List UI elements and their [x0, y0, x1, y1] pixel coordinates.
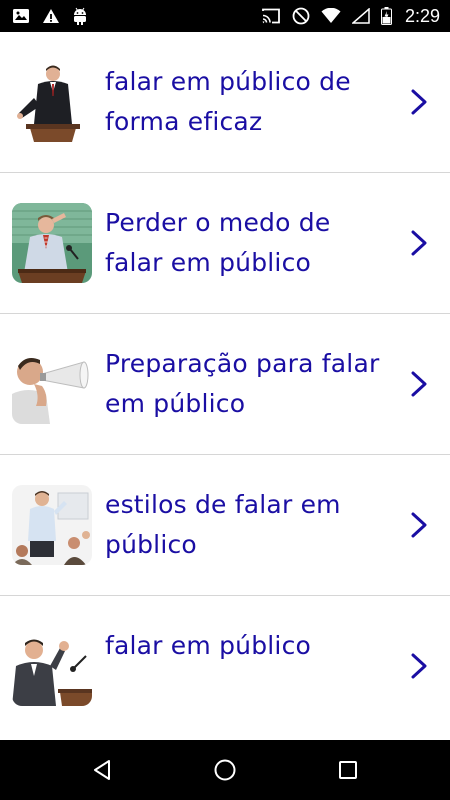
list-item[interactable]: falar em público de forma eficaz	[0, 32, 450, 173]
nervous-speaker-image	[12, 203, 92, 283]
item-label: falar em público de forma eficaz	[105, 67, 351, 136]
warning-icon	[42, 8, 60, 24]
item-label: Preparação para falar em público	[105, 349, 380, 418]
topic-list: falar em público de forma eficaz Perder …	[0, 32, 450, 740]
chevron-right-icon	[411, 230, 427, 256]
list-item[interactable]: Preparação para falar em público	[0, 314, 450, 455]
back-icon	[93, 760, 110, 780]
do-not-disturb-icon	[292, 7, 310, 25]
speaker-podium-image	[12, 62, 92, 142]
recents-icon	[339, 761, 358, 779]
home-icon	[214, 759, 236, 781]
list-item[interactable]: Perder o medo de falar em público	[0, 173, 450, 314]
chevron-right-icon	[411, 512, 427, 538]
navigation-bar	[0, 740, 450, 800]
status-time: 2:29	[404, 5, 440, 26]
item-label: Perder o medo de falar em público	[105, 208, 331, 277]
item-label: falar em público	[105, 631, 312, 660]
recents-button[interactable]	[324, 746, 372, 794]
home-button[interactable]	[201, 746, 249, 794]
battery-icon	[380, 7, 392, 25]
cast-icon	[261, 8, 281, 24]
status-bar: 2:29	[0, 0, 450, 32]
list-item[interactable]: falar em público	[0, 596, 450, 737]
chevron-right-icon	[411, 371, 427, 397]
list-item[interactable]: estilos de falar em público	[0, 455, 450, 596]
chevron-right-icon	[411, 653, 427, 679]
item-label: estilos de falar em público	[105, 490, 341, 559]
presenter-audience-image	[12, 485, 92, 565]
status-right-icons: 2:29	[261, 6, 440, 27]
megaphone-man-image	[12, 344, 92, 424]
status-left-icons	[12, 7, 88, 25]
chevron-right-icon	[411, 89, 427, 115]
back-button[interactable]	[78, 746, 126, 794]
wifi-icon	[321, 8, 341, 24]
signal-icon	[351, 8, 370, 24]
excited-speaker-image	[12, 626, 92, 706]
android-icon	[72, 7, 88, 25]
image-icon	[12, 8, 30, 24]
